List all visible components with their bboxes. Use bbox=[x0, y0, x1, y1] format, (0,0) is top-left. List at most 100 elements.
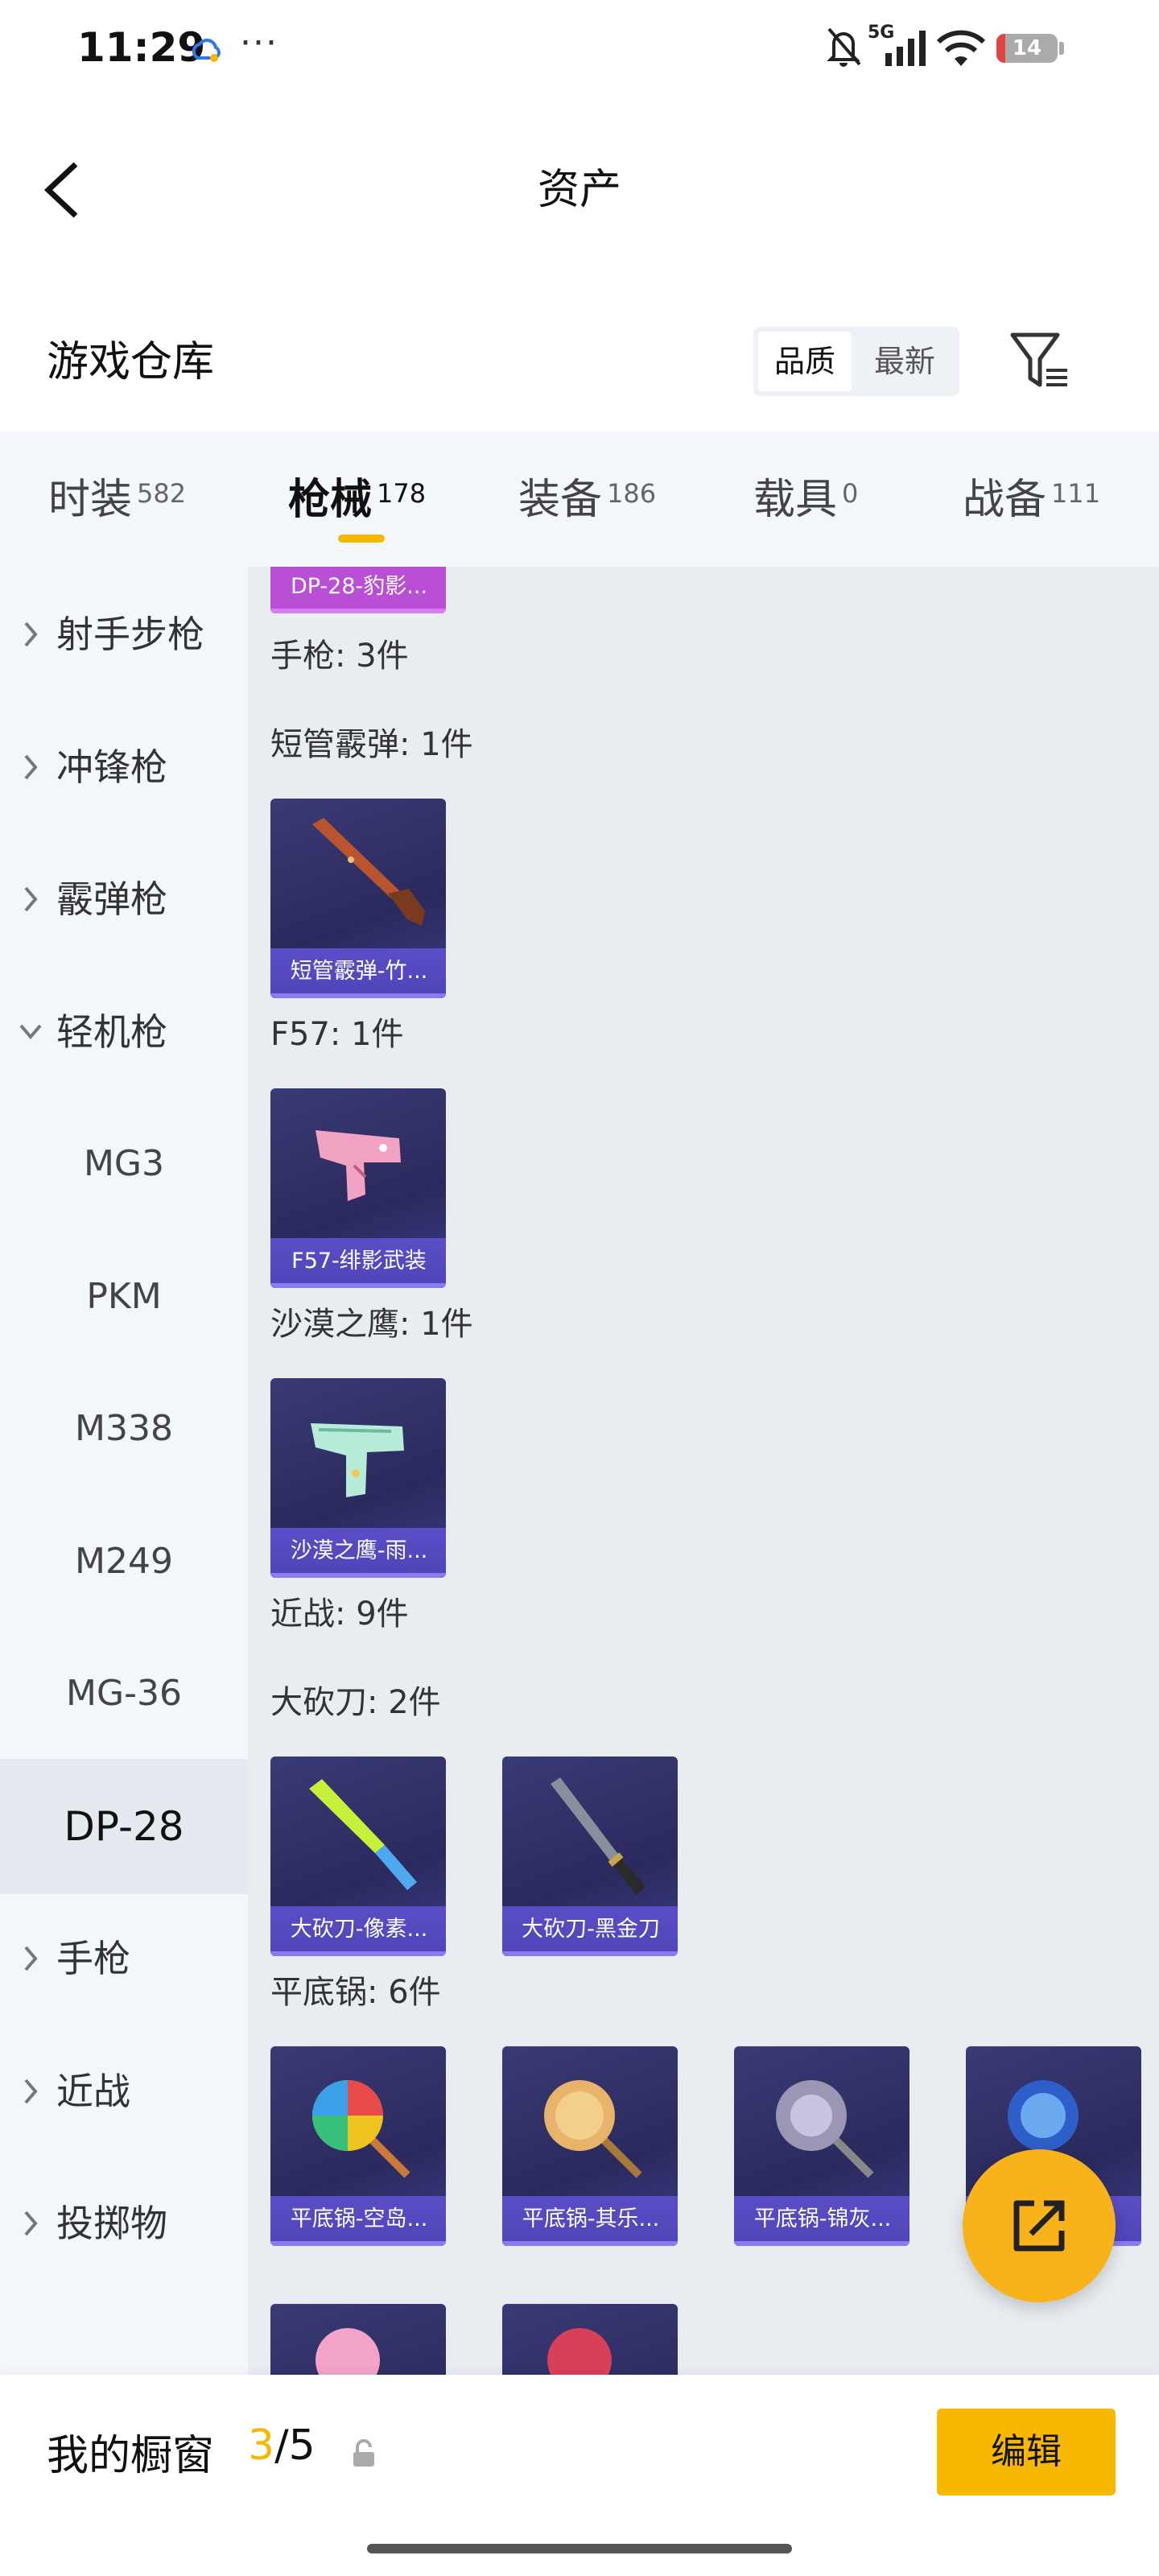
sidebar-item[interactable]: 投掷物 bbox=[0, 2156, 248, 2291]
item-card[interactable]: 平底锅-锦灰... bbox=[734, 2046, 909, 2246]
item-card[interactable] bbox=[270, 2304, 446, 2375]
battery-tip bbox=[1059, 42, 1064, 55]
sidebar-item[interactable]: DP-28 bbox=[0, 1758, 248, 1894]
sidebar-item[interactable]: 射手步枪 bbox=[0, 567, 248, 702]
share-external-icon bbox=[1013, 2200, 1065, 2252]
card-rarity-line bbox=[270, 1283, 446, 1288]
sidebar-item[interactable]: 冲锋枪 bbox=[0, 700, 248, 835]
item-card[interactable]: 短管霰弹-竹... bbox=[270, 799, 446, 998]
tab-fashion[interactable]: 时装 582 bbox=[48, 464, 186, 536]
pan-icon bbox=[544, 2080, 642, 2178]
filter-icon[interactable] bbox=[1009, 328, 1070, 393]
battery-icon: 14 bbox=[996, 34, 1058, 63]
card-rarity-line bbox=[734, 2241, 909, 2246]
category-tabs: 时装 582 枪械 178 装备 186 载具 0 战备 111 bbox=[0, 431, 1159, 567]
chevron-right-icon bbox=[24, 754, 38, 779]
chevron-right-icon bbox=[24, 886, 38, 912]
sidebar-item[interactable]: 近战 bbox=[0, 2024, 248, 2159]
tab-label: 枪械 bbox=[288, 476, 373, 524]
showcase-footer: 我的橱窗 3/5 编辑 bbox=[0, 2375, 1159, 2576]
sidebar-item-label: MG-36 bbox=[66, 1673, 182, 1714]
tab-vehicles[interactable]: 载具 0 bbox=[753, 464, 858, 536]
card-rarity-line bbox=[270, 993, 446, 998]
tab-label: 时装 bbox=[48, 476, 133, 524]
sidebar-item-label: 冲锋枪 bbox=[56, 745, 167, 789]
pan-icon bbox=[312, 2080, 410, 2178]
showcase-separator: / bbox=[274, 2421, 289, 2470]
card-rarity-line bbox=[270, 2241, 446, 2246]
sidebar-item[interactable]: 轻机枪 bbox=[0, 964, 248, 1100]
home-indicator[interactable] bbox=[367, 2544, 792, 2553]
pan-icon bbox=[547, 2328, 612, 2375]
item-card[interactable]: 沙漠之鹰-雨... bbox=[270, 1378, 446, 1578]
share-fab[interactable] bbox=[963, 2149, 1116, 2302]
card-rarity-line bbox=[270, 1573, 446, 1578]
tab-firearms[interactable]: 枪械 178 bbox=[288, 464, 426, 536]
section-heading: F57: 1件 bbox=[270, 1016, 404, 1053]
sidebar-item[interactable]: 手枪 bbox=[0, 1891, 248, 2026]
item-grid-panel[interactable]: DP-28-豹影... 手枪: 3件 短管霰弹: 1件 短管霰弹-竹... F5… bbox=[248, 567, 1159, 2375]
wifi-icon bbox=[936, 30, 986, 66]
tab-label: 载具 bbox=[753, 476, 838, 524]
pan-icon bbox=[776, 2080, 874, 2178]
tab-count: 0 bbox=[842, 478, 859, 509]
sidebar-item-label: 投掷物 bbox=[56, 2202, 167, 2245]
item-name: 平底锅-锦灰... bbox=[753, 2207, 892, 2231]
chevron-right-icon bbox=[24, 621, 38, 647]
tab-count: 178 bbox=[377, 478, 427, 509]
bell-muted-icon bbox=[827, 27, 861, 67]
showcase-count: 3/5 bbox=[248, 2421, 316, 2470]
machete-icon bbox=[309, 1779, 417, 1890]
back-button[interactable] bbox=[39, 158, 90, 222]
sidebar-item[interactable]: PKM bbox=[0, 1229, 248, 1364]
card-rarity-line bbox=[502, 2241, 678, 2246]
sidebar-item[interactable]: MG-36 bbox=[0, 1626, 248, 1761]
item-name: 沙漠之鹰-雨... bbox=[290, 1538, 428, 1563]
item-card[interactable]: DP-28-豹影... bbox=[270, 567, 446, 613]
sort-option-quality[interactable]: 品质 bbox=[758, 332, 852, 391]
sort-option-newest[interactable]: 最新 bbox=[855, 332, 955, 391]
pan-icon bbox=[316, 2328, 380, 2375]
status-overflow: ··· bbox=[240, 23, 278, 64]
section-heading: 平底锅: 6件 bbox=[270, 1974, 441, 2011]
chevron-right-icon bbox=[24, 2211, 38, 2236]
item-card[interactable]: 平底锅-空岛... bbox=[270, 2046, 446, 2246]
sidebar-item-label: PKM bbox=[86, 1275, 162, 1317]
machete-icon bbox=[551, 1777, 645, 1895]
chevron-right-icon bbox=[24, 1946, 38, 1971]
sidebar-item[interactable]: 霰弹枪 bbox=[0, 832, 248, 967]
tab-equipment[interactable]: 装备 186 bbox=[518, 464, 656, 536]
item-name: F57-绯影武装 bbox=[291, 1249, 427, 1274]
sidebar-item-label: 霰弹枪 bbox=[56, 877, 167, 921]
item-card[interactable]: 大砍刀-像素... bbox=[270, 1757, 446, 1956]
tab-label: 战备 bbox=[963, 476, 1047, 524]
tab-count: 186 bbox=[607, 478, 657, 509]
card-rarity-line bbox=[270, 1951, 446, 1956]
warehouse-title: 游戏仓库 bbox=[47, 338, 215, 386]
sidebar-item-label: M249 bbox=[75, 1540, 173, 1582]
sidebar-item[interactable]: M249 bbox=[0, 1494, 248, 1629]
item-card[interactable]: F57-绯影武装 bbox=[270, 1088, 446, 1288]
chevron-right-icon bbox=[24, 2079, 38, 2103]
item-name: 大砍刀-像素... bbox=[290, 1917, 428, 1942]
item-card[interactable]: 平底锅-其乐... bbox=[502, 2046, 678, 2246]
sidebar-item-label: 轻机枪 bbox=[56, 1009, 167, 1054]
item-name: 大砍刀-黑金刀 bbox=[522, 1917, 660, 1942]
sidebar-item-label: DP-28 bbox=[64, 1802, 184, 1850]
sawed-off-shotgun-icon bbox=[312, 818, 425, 926]
item-name: 短管霰弹-竹... bbox=[290, 959, 428, 984]
section-heading: 手枪: 3件 bbox=[270, 638, 409, 675]
item-card[interactable]: 大砍刀-黑金刀 bbox=[502, 1757, 678, 1956]
chevron-down-icon bbox=[19, 1024, 42, 1039]
pistol-icon bbox=[316, 1130, 401, 1201]
sidebar-item-label: MG3 bbox=[83, 1143, 165, 1184]
edit-button[interactable]: 编辑 bbox=[937, 2409, 1116, 2496]
tab-combat-supplies[interactable]: 战备 111 bbox=[963, 464, 1100, 536]
card-rarity-line bbox=[270, 609, 446, 613]
section-heading: 短管霰弹: 1件 bbox=[270, 726, 473, 763]
showcase-title: 我的橱窗 bbox=[47, 2432, 215, 2480]
lock-icon bbox=[353, 2439, 374, 2467]
sidebar-item[interactable]: MG3 bbox=[0, 1096, 248, 1232]
item-card[interactable] bbox=[502, 2304, 678, 2375]
sidebar-item[interactable]: M338 bbox=[0, 1361, 248, 1496]
